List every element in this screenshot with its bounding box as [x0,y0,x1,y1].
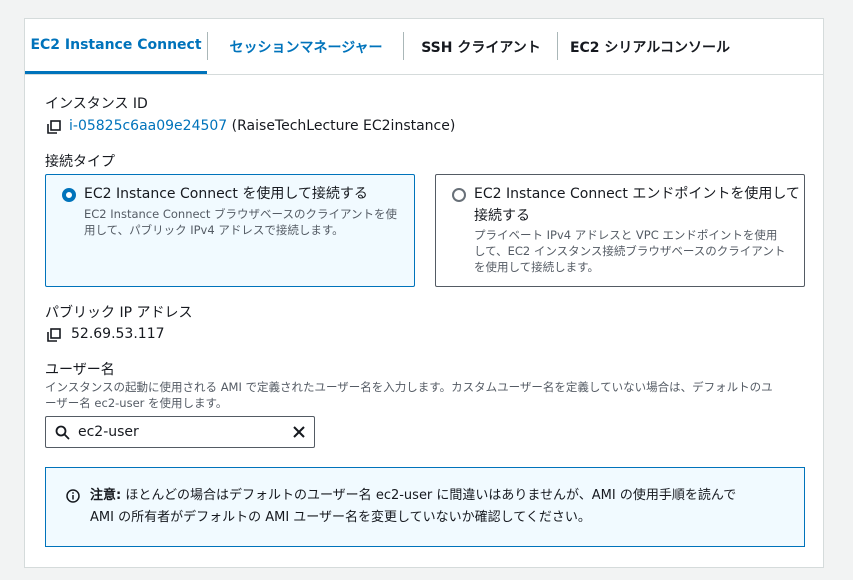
option-desc-line: を使用して接続します。 [474,260,600,274]
radio-button-selected[interactable] [62,188,76,202]
username-desc-line: ーザー名 ec2-user を使用します。 [45,396,228,410]
radio-button[interactable] [452,188,466,202]
option-title-line: EC2 Instance Connect エンドポイントを使用して [474,186,800,202]
instance-id-link[interactable]: i-05825c6aa09e24507 [69,118,227,134]
option-title-line: 接続する [474,208,530,224]
clear-icon[interactable] [292,425,306,439]
connection-type-label: 接続タイプ [45,154,115,170]
public-ip-value: 52.69.53.117 [71,326,165,342]
username-description: インスタンスの起動に使用される AMI で定義されたユーザー名を入力します。カス… [45,379,805,411]
instance-id-label: インスタンス ID [45,96,148,112]
copy-icon[interactable] [47,328,61,342]
alert-text: 注意: ほとんどの場合はデフォルトのユーザー名 ec2-user に間違いはあり… [90,485,790,529]
username-label: ユーザー名 [45,362,115,378]
alert-line: AMI の所有者がデフォルトの AMI ユーザー名を変更していないか確認してくだ… [90,510,591,525]
option-title: EC2 Instance Connect を使用して接続する [84,186,368,202]
tab-ssh-client[interactable]: SSH クライアント [405,19,557,74]
tab-serial-console[interactable]: EC2 シリアルコンソール [559,19,741,74]
option-desc: EC2 Instance Connect ブラウザベースのクライアントを使 用し… [84,206,397,238]
alert-bold-label: 注意: [90,488,122,503]
option-desc: プライベート IPv4 アドレスと VPC エンドポイントを使用 して、EC2 … [474,227,785,275]
info-icon [66,489,80,503]
tab-bar: EC2 Instance Connect セッションマネージャー SSH クライ… [25,19,823,75]
search-icon [55,425,70,440]
copy-icon[interactable] [47,120,61,134]
public-ip-label: パブリック IP アドレス [45,305,193,321]
option-desc-line: して、EC2 インスタンス接続ブラウザベースのクライアント [474,244,786,258]
alert-line: 注意: ほとんどの場合はデフォルトのユーザー名 ec2-user に間違いはあり… [90,485,790,507]
tab-ec2-instance-connect[interactable]: EC2 Instance Connect [25,19,207,74]
alert-line-text: ほとんどの場合はデフォルトのユーザー名 ec2-user に間違いはありませんが… [121,488,737,503]
connect-panel: EC2 Instance Connect セッションマネージャー SSH クライ… [24,18,824,568]
option-desc-line: プライベート IPv4 アドレスと VPC エンドポイントを使用 [474,228,778,242]
option-desc-line: 用して、パブリック IPv4 アドレスで接続します。 [84,223,344,237]
username-input[interactable] [78,424,278,440]
instance-id-row: i-05825c6aa09e24507 (RaiseTechLecture EC… [69,118,455,134]
option-title: EC2 Instance Connect エンドポイントを使用して 接続する [474,183,800,227]
option-endpoint-connect[interactable]: EC2 Instance Connect エンドポイントを使用して 接続する プ… [435,174,805,287]
tab-divider [403,32,404,60]
tab-divider [557,32,558,60]
username-desc-line: インスタンスの起動に使用される AMI で定義されたユーザー名を入力します。カス… [45,380,773,394]
option-ec2-instance-connect[interactable]: EC2 Instance Connect を使用して接続する EC2 Insta… [45,174,415,287]
tab-session-manager[interactable]: セッションマネージャー [209,19,403,74]
info-alert: 注意: ほとんどの場合はデフォルトのユーザー名 ec2-user に間違いはあり… [45,467,805,547]
tab-divider [207,32,208,60]
username-input-box[interactable] [45,416,315,448]
instance-name: (RaiseTechLecture EC2instance) [231,118,456,134]
option-desc-line: EC2 Instance Connect ブラウザベースのクライアントを使 [84,207,398,221]
